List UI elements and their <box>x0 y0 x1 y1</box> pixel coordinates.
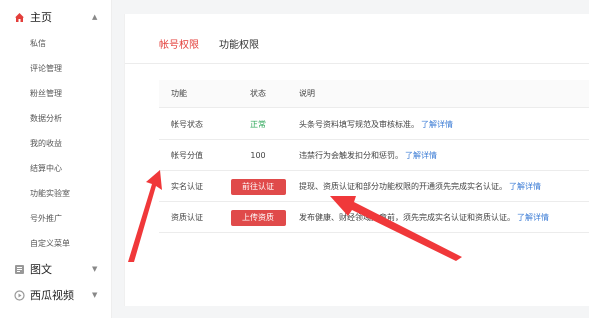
table-header: 功能 状态 说明 <box>159 80 589 108</box>
sidebar-group-article[interactable]: 图文 ▼ <box>0 258 112 280</box>
learn-more-link[interactable]: 了解详情 <box>421 119 453 130</box>
sidebar-item-analytics[interactable]: 数据分析 <box>30 113 62 124</box>
row-func: 资质认证 <box>171 213 203 222</box>
status-cell: 上传资质 <box>229 203 287 232</box>
tabs: 帐号权限 功能权限 <box>159 36 259 57</box>
account-permissions-panel: 帐号权限 功能权限 功能 状态 说明 帐号状态 正常 头条号资料填写规范及审核标… <box>124 14 589 306</box>
sidebar: 主页 ▲ 私信 评论管理 粉丝管理 数据分析 我的收益 结算中心 功能实验室 号… <box>0 0 112 318</box>
sidebar-group-label: 图文 <box>30 263 52 276</box>
header-func: 功能 <box>171 89 187 98</box>
chevron-up-icon: ▲ <box>92 13 98 21</box>
learn-more-link[interactable]: 了解详情 <box>509 181 541 192</box>
desc-text: 头条号资料填写规范及审核标准。 <box>299 120 419 129</box>
table-row: 帐号状态 正常 头条号资料填写规范及审核标准。 了解详情 <box>159 110 589 140</box>
row-func: 帐号分值 <box>171 151 203 160</box>
article-icon <box>14 264 25 275</box>
video-icon <box>14 289 25 301</box>
header-desc: 说明 <box>299 89 315 98</box>
sidebar-item-comments[interactable]: 评论管理 <box>30 63 62 74</box>
row-func: 帐号状态 <box>171 120 203 129</box>
row-desc: 头条号资料填写规范及审核标准。 了解详情 <box>299 110 453 139</box>
row-func: 实名认证 <box>171 182 203 191</box>
sidebar-group-home[interactable]: 主页 ▲ <box>0 6 112 28</box>
sidebar-item-promotion[interactable]: 号外推广 <box>30 213 62 224</box>
chevron-down-icon: ▼ <box>92 265 98 273</box>
desc-text: 违禁行为会触发扣分和惩罚。 <box>299 151 403 160</box>
status-value: 正常 <box>250 120 266 129</box>
status-value: 100 <box>250 151 266 160</box>
learn-more-link[interactable]: 了解详情 <box>517 212 549 223</box>
desc-text: 发布健康、财经领域文章前，须先完成实名认证和资质认证。 <box>299 213 515 222</box>
chevron-down-icon: ▼ <box>92 291 98 299</box>
status-cell: 前往认证 <box>229 172 287 201</box>
tab-account-permissions[interactable]: 帐号权限 <box>159 36 199 57</box>
sidebar-item-lab[interactable]: 功能实验室 <box>30 188 70 199</box>
tab-divider <box>125 63 589 64</box>
row-desc: 发布健康、财经领域文章前，须先完成实名认证和资质认证。 了解详情 <box>299 203 549 232</box>
verify-identity-button[interactable]: 前往认证 <box>230 178 286 195</box>
sidebar-item-messages[interactable]: 私信 <box>30 38 46 49</box>
sidebar-group-label: 主页 <box>30 11 52 24</box>
home-icon <box>14 12 25 23</box>
header-status: 状态 <box>250 89 266 98</box>
sidebar-item-fans[interactable]: 粉丝管理 <box>30 88 62 99</box>
sidebar-item-earnings[interactable]: 我的收益 <box>30 138 62 149</box>
sidebar-item-settlement[interactable]: 结算中心 <box>30 163 62 174</box>
desc-text: 提现、资质认证和部分功能权限的开通须先完成实名认证。 <box>299 182 507 191</box>
row-desc: 违禁行为会触发扣分和惩罚。 了解详情 <box>299 141 437 170</box>
sidebar-group-label: 西瓜视频 <box>30 289 74 302</box>
sidebar-group-video[interactable]: 西瓜视频 ▼ <box>0 284 112 306</box>
learn-more-link[interactable]: 了解详情 <box>405 150 437 161</box>
table-row: 帐号分值 100 违禁行为会触发扣分和惩罚。 了解详情 <box>159 141 589 171</box>
upload-qualification-button[interactable]: 上传资质 <box>230 209 286 226</box>
row-desc: 提现、资质认证和部分功能权限的开通须先完成实名认证。 了解详情 <box>299 172 541 201</box>
tab-feature-permissions[interactable]: 功能权限 <box>219 36 259 57</box>
table-row: 实名认证 前往认证 提现、资质认证和部分功能权限的开通须先完成实名认证。 了解详… <box>159 172 589 202</box>
sidebar-item-custom-menu[interactable]: 自定义菜单 <box>30 238 70 249</box>
table-row: 资质认证 上传资质 发布健康、财经领域文章前，须先完成实名认证和资质认证。 了解… <box>159 203 589 233</box>
